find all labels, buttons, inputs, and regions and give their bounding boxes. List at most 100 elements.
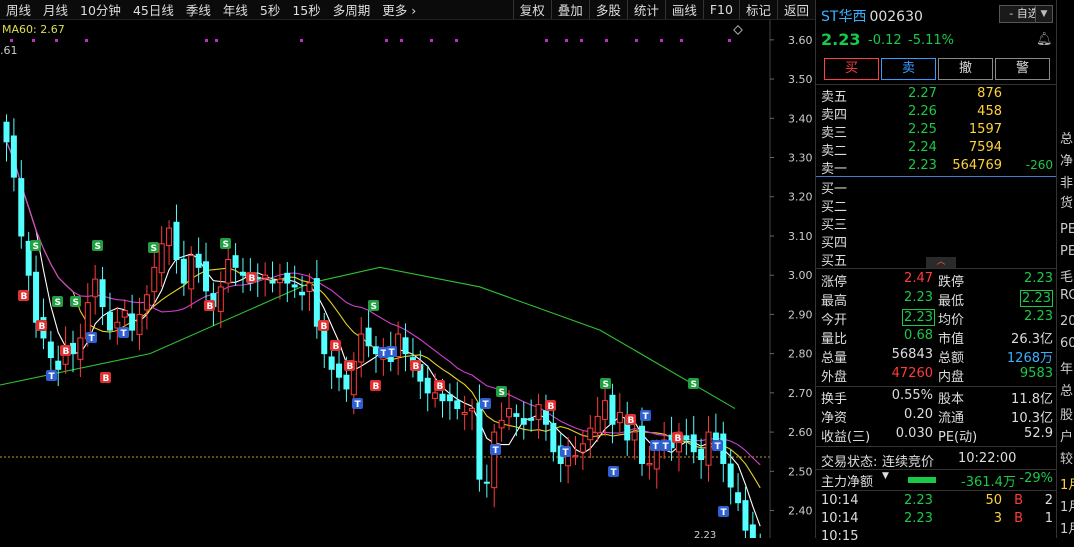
f10-button[interactable]: F10 <box>702 0 739 19</box>
tab-month[interactable]: 月线 <box>37 0 74 19</box>
bell-icon[interactable]: 🔔︎ <box>1036 32 1053 47</box>
ask-row[interactable]: 卖五 2.27 876 <box>816 86 1056 105</box>
svg-text:T: T <box>653 442 660 452</box>
f10-side-panel: 总 净 非 货 PE PE 毛 RC 20 60 年 总 股 户 较 1月 1月… <box>1056 0 1074 538</box>
svg-text:T: T <box>483 400 490 410</box>
signal-marker-T[interactable]: T <box>46 370 57 382</box>
overlay-button[interactable]: 叠加 <box>550 0 589 19</box>
sell-button[interactable]: 卖 <box>881 58 936 80</box>
quote-row: 净资 0.20 流通 10.3亿 <box>821 407 1053 426</box>
tab-quarter[interactable]: 季线 <box>180 0 217 19</box>
signal-marker-T[interactable]: T <box>118 327 129 339</box>
candle-body <box>151 266 158 293</box>
signal-marker-T[interactable]: T <box>86 332 97 344</box>
bid-row[interactable]: 买二 <box>816 196 1056 215</box>
signal-marker-B[interactable]: B <box>672 432 683 444</box>
ask-row[interactable]: 卖一 2.23 564769 -260 <box>816 158 1056 177</box>
svg-text:S: S <box>55 298 61 308</box>
y-tick-label: 2.80 <box>788 348 813 361</box>
signal-marker-B[interactable]: B <box>36 320 47 332</box>
candle-body <box>520 418 527 425</box>
signal-marker-T[interactable]: T <box>640 410 651 422</box>
signal-marker-S[interactable]: S <box>496 386 507 398</box>
bid-row[interactable]: 买三 <box>816 214 1056 233</box>
signal-marker-B[interactable]: B <box>204 300 215 312</box>
tab-multi-period[interactable]: 多周期 <box>327 0 377 19</box>
signal-marker-B[interactable]: B <box>246 272 257 284</box>
signal-marker-B[interactable]: B <box>100 372 111 384</box>
signal-marker-T[interactable]: T <box>560 446 571 458</box>
signal-marker-T[interactable]: T <box>608 466 619 478</box>
ma-line <box>5 141 761 489</box>
candle-body <box>276 278 283 284</box>
candle-body <box>180 258 187 284</box>
candlestick-chart[interactable]: MA60: 2.67 .61 3.60 3.50 3.40 3.30 3.20 3.10 3… <box>0 20 815 547</box>
statistics-button[interactable]: 统计 <box>626 0 665 19</box>
tab-15sec[interactable]: 15秒 <box>286 0 326 19</box>
back-button[interactable]: 返回 <box>776 0 815 19</box>
tab-week[interactable]: 周线 <box>0 0 37 19</box>
cancel-order-button[interactable]: 撤 <box>938 58 993 80</box>
signal-marker-S[interactable]: S <box>70 296 81 308</box>
alert-button[interactable]: 警 <box>995 58 1050 80</box>
svg-text:B: B <box>207 302 214 312</box>
signal-marker-T[interactable]: T <box>650 440 661 452</box>
tab-10min[interactable]: 10分钟 <box>74 0 127 19</box>
signal-marker-T[interactable]: T <box>480 398 491 410</box>
svg-text:B: B <box>675 434 682 444</box>
candle-body <box>727 463 734 488</box>
signal-marker-T[interactable]: T <box>490 444 501 456</box>
signal-marker-B[interactable]: B <box>434 380 445 392</box>
signal-marker-B[interactable]: B <box>60 345 71 357</box>
ask-row[interactable]: 卖三 2.25 1597 <box>816 122 1056 141</box>
signal-marker-T[interactable]: T <box>718 506 729 518</box>
signal-marker-B[interactable]: B <box>344 360 355 372</box>
signal-marker-S[interactable]: S <box>688 378 699 390</box>
tab-year[interactable]: 年线 <box>217 0 254 19</box>
signal-marker-T[interactable]: T <box>352 398 363 410</box>
signal-marker-B[interactable]: B <box>330 340 341 352</box>
signal-marker-S[interactable]: S <box>368 300 379 312</box>
candle-body <box>698 448 705 461</box>
svg-text:S: S <box>33 242 39 252</box>
buy-button[interactable]: 买 <box>824 58 879 80</box>
tab-5sec[interactable]: 5秒 <box>254 0 286 19</box>
candle-body <box>372 346 379 355</box>
candle-body <box>683 435 690 441</box>
mark-button[interactable]: 标记 <box>738 0 777 19</box>
signal-marker-B[interactable]: B <box>370 380 381 392</box>
kline-svg[interactable]: MA60: 2.67 .61 3.60 3.50 3.40 3.30 3.20 3.10 3… <box>0 20 815 547</box>
signal-marker-T[interactable]: T <box>712 440 723 452</box>
signal-marker-B[interactable]: B <box>318 320 329 332</box>
multi-stock-button[interactable]: 多股 <box>588 0 627 19</box>
candle-body <box>446 394 453 402</box>
signal-marker-T[interactable]: T <box>386 346 397 358</box>
stock-title: ST华西 002630 <box>821 6 923 26</box>
signal-marker-B[interactable]: B <box>410 360 421 372</box>
fund-bar <box>908 477 936 483</box>
ask-row[interactable]: 卖二 2.24 7594 <box>816 140 1056 159</box>
signal-marker-S[interactable]: S <box>600 378 611 390</box>
signal-marker-S[interactable]: S <box>220 238 231 250</box>
collapse-icon[interactable]: ︿ <box>926 257 956 268</box>
candle-body <box>33 271 40 323</box>
signal-marker-B[interactable]: B <box>545 400 556 412</box>
y-tick-label: 3.30 <box>788 152 813 165</box>
signal-marker-B[interactable]: B <box>18 290 29 302</box>
signal-marker-S[interactable]: S <box>92 240 103 252</box>
restore-right-button[interactable]: 复权 <box>512 0 551 19</box>
candle-body <box>550 422 557 453</box>
bid-row[interactable]: 买四 <box>816 232 1056 251</box>
signal-marker-T[interactable]: T <box>660 440 671 452</box>
ask-row[interactable]: 卖四 2.26 458 <box>816 104 1056 123</box>
tab-more[interactable]: 更多 › <box>376 0 422 19</box>
draw-line-button[interactable]: 画线 <box>664 0 703 19</box>
signal-marker-S[interactable]: S <box>30 240 41 252</box>
signal-marker-S[interactable]: S <box>148 242 159 254</box>
bid-row[interactable]: 买一 <box>816 178 1056 197</box>
signal-marker-B[interactable]: B <box>625 414 636 426</box>
tab-45day[interactable]: 45日线 <box>127 0 180 19</box>
chevron-down-icon[interactable]: ▼ <box>1035 5 1053 23</box>
signal-marker-S[interactable]: S <box>52 296 63 308</box>
svg-text:B: B <box>347 362 354 372</box>
